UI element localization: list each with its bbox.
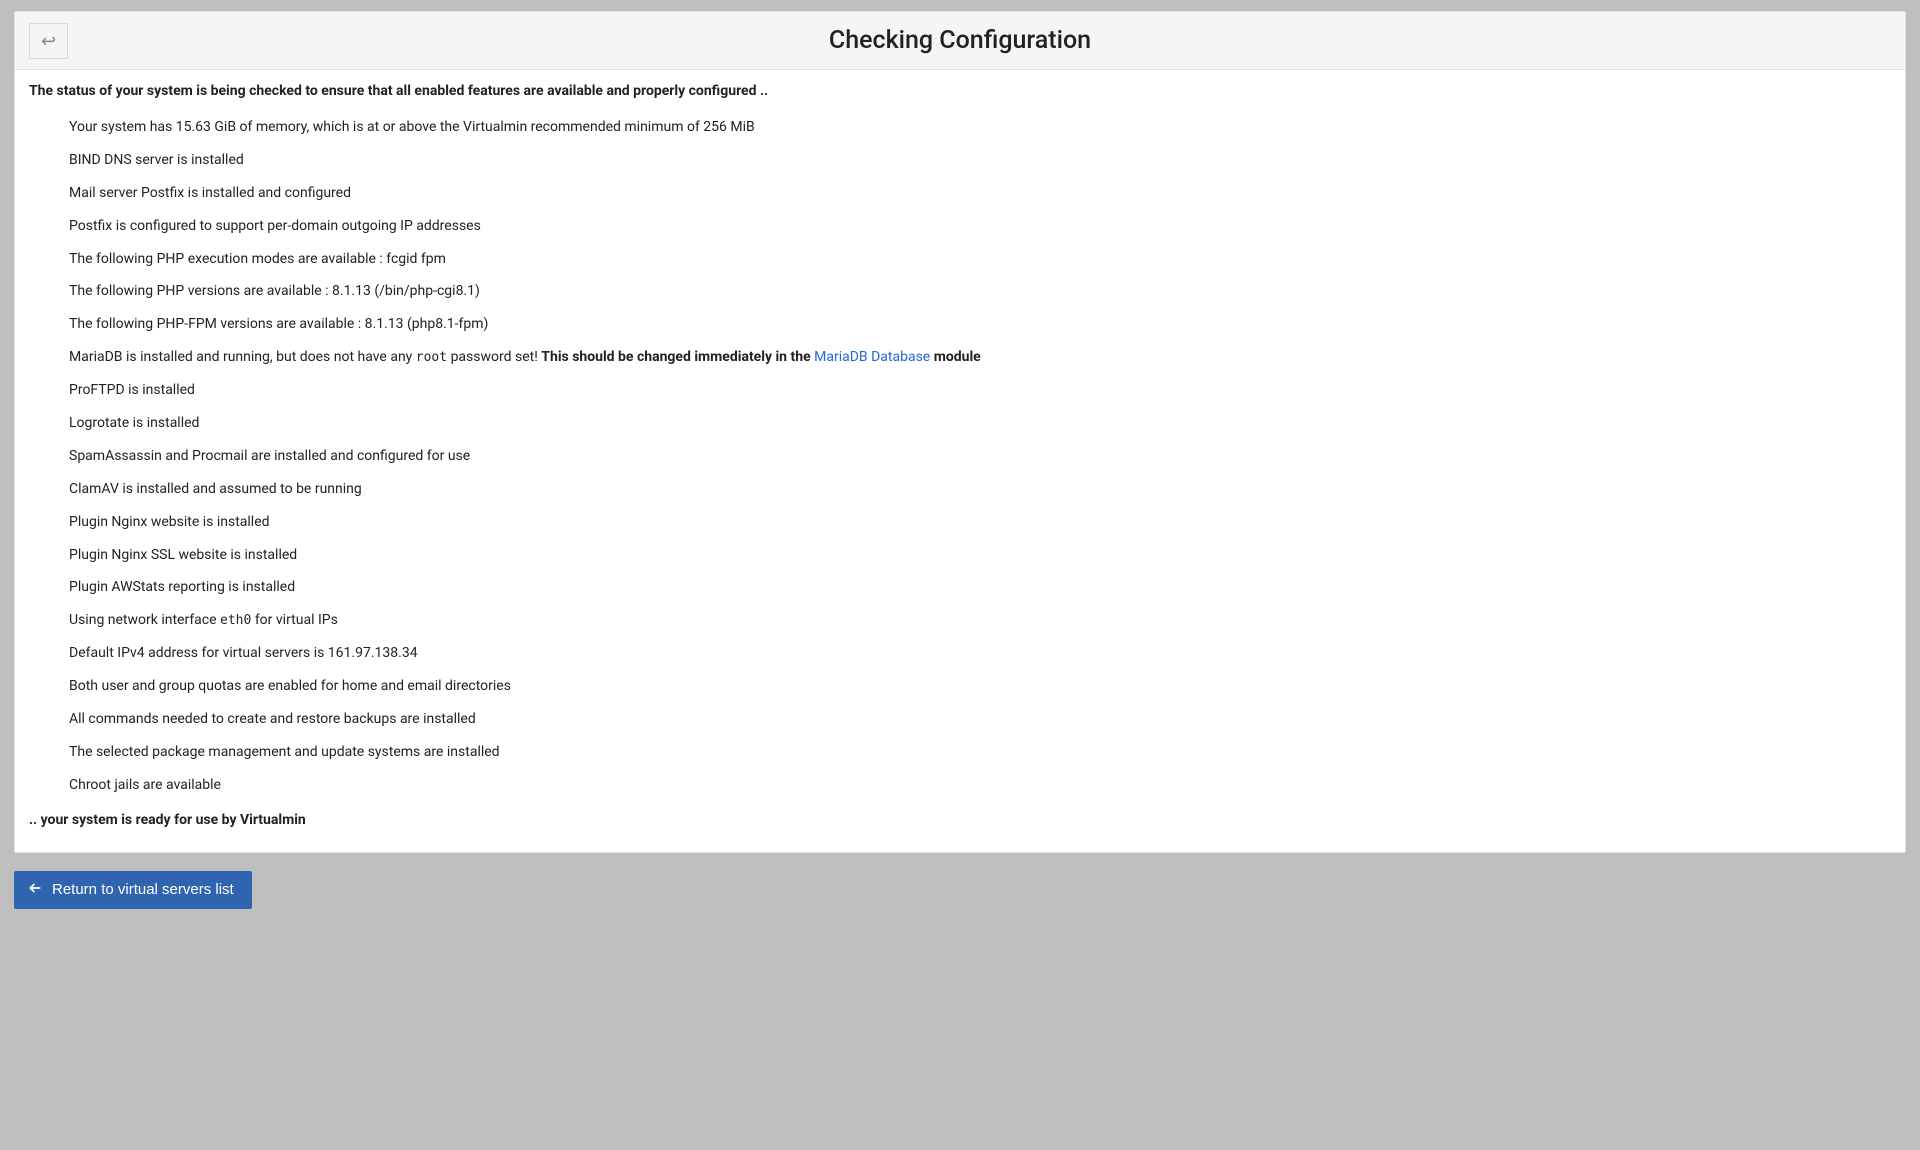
iface-code-eth0: eth0 <box>220 613 251 628</box>
return-button[interactable]: Return to virtual servers list <box>14 871 252 909</box>
check-php-modes: The following PHP execution modes are av… <box>29 243 1891 276</box>
check-php-versions: The following PHP versions are available… <box>29 275 1891 308</box>
return-button-label: Return to virtual servers list <box>52 881 234 898</box>
check-memory: Your system has 15.63 GiB of memory, whi… <box>29 111 1891 144</box>
config-check-panel: ↩ Checking Configuration The status of y… <box>14 11 1906 853</box>
mariadb-bold-post: module <box>930 349 981 365</box>
check-chroot: Chroot jails are available <box>29 769 1891 802</box>
check-proftpd: ProFTPD is installed <box>29 374 1891 407</box>
check-mariadb: MariaDB is installed and running, but do… <box>29 341 1891 374</box>
check-awstats: Plugin AWStats reporting is installed <box>29 571 1891 604</box>
mariadb-text-post: password set! <box>447 349 541 365</box>
outro-text: .. your system is ready for use by Virtu… <box>29 812 1891 828</box>
check-interface: Using network interface eth0 for virtual… <box>29 604 1891 637</box>
check-spam: SpamAssassin and Procmail are installed … <box>29 440 1891 473</box>
check-php-fpm: The following PHP-FPM versions are avail… <box>29 308 1891 341</box>
check-nginx-ssl: Plugin Nginx SSL website is installed <box>29 539 1891 572</box>
iface-text-pre: Using network interface <box>69 612 220 628</box>
check-backups: All commands needed to create and restor… <box>29 703 1891 736</box>
panel-header: ↩ Checking Configuration <box>15 12 1905 70</box>
check-nginx: Plugin Nginx website is installed <box>29 506 1891 539</box>
check-clamav: ClamAV is installed and assumed to be ru… <box>29 473 1891 506</box>
arrow-left-icon <box>28 881 42 899</box>
iface-text-post: for virtual IPs <box>251 612 337 628</box>
check-postfix-ip: Postfix is configured to support per-dom… <box>29 210 1891 243</box>
check-quotas: Both user and group quotas are enabled f… <box>29 670 1891 703</box>
mariadb-code-root: root <box>416 350 447 365</box>
footer: Return to virtual servers list <box>14 871 1906 909</box>
check-bind: BIND DNS server is installed <box>29 144 1891 177</box>
check-postfix: Mail server Postfix is installed and con… <box>29 177 1891 210</box>
check-packages: The selected package management and upda… <box>29 736 1891 769</box>
check-ipv4: Default IPv4 address for virtual servers… <box>29 637 1891 670</box>
intro-text: The status of your system is being check… <box>29 83 1891 99</box>
check-logrotate: Logrotate is installed <box>29 407 1891 440</box>
mariadb-bold-pre: This should be changed immediately in th… <box>541 349 814 365</box>
panel-body: The status of your system is being check… <box>15 70 1905 852</box>
mariadb-database-link[interactable]: MariaDB Database <box>814 349 930 365</box>
back-button[interactable]: ↩ <box>29 23 68 59</box>
page-title: Checking Configuration <box>829 26 1091 55</box>
return-arrow-icon: ↩ <box>41 32 56 50</box>
mariadb-text-pre: MariaDB is installed and running, but do… <box>69 349 416 365</box>
